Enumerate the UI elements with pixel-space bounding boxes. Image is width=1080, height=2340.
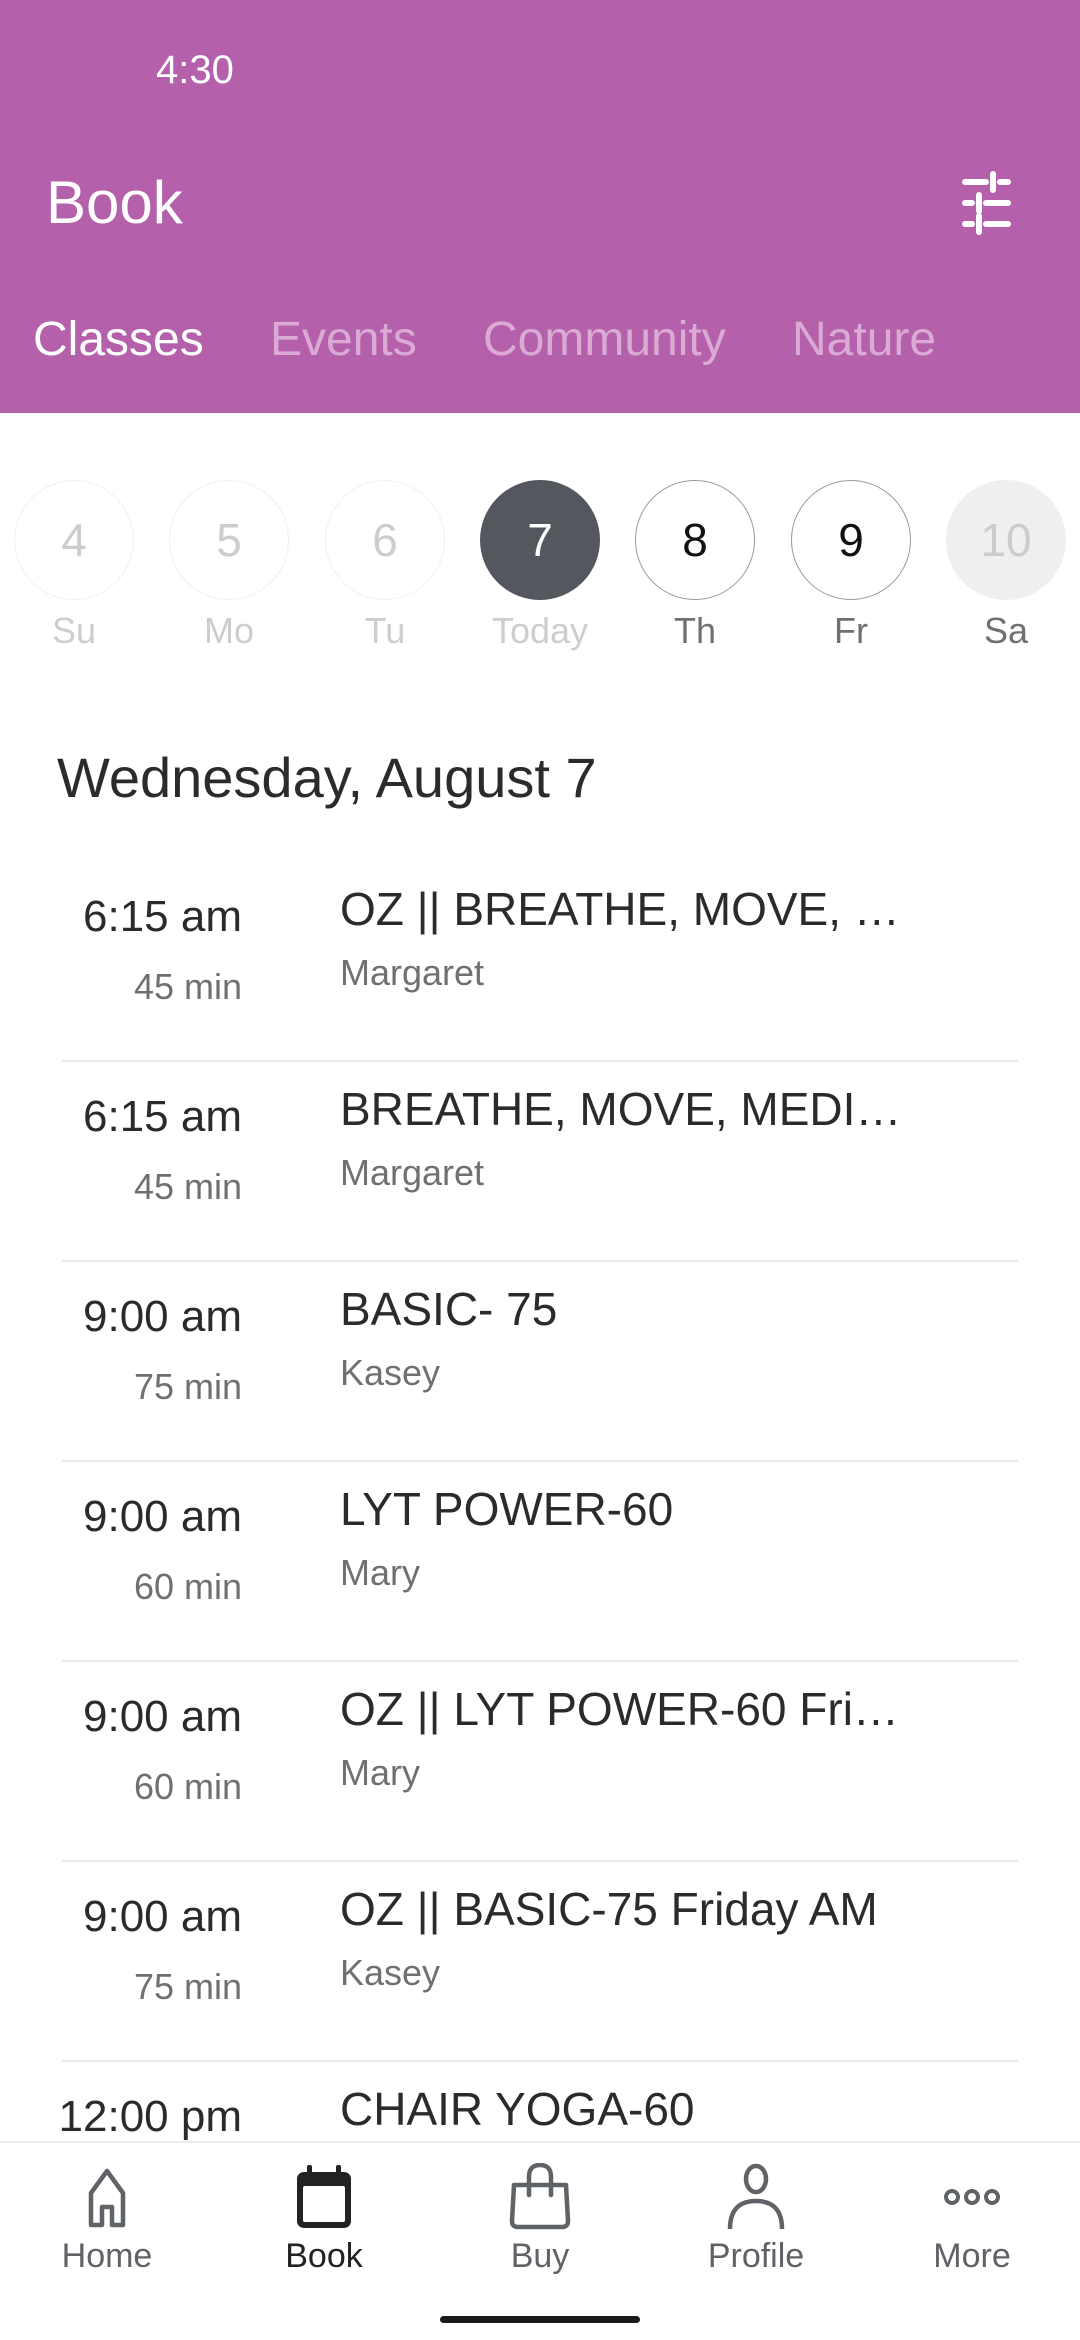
class-instructor: Kasey (340, 1352, 441, 1393)
class-name: BREATHE, MOVE, MEDI… (340, 1083, 902, 1135)
date-weekday-label: Fr (834, 610, 868, 651)
sliders-icon (962, 171, 1011, 235)
class-duration: 45 min (133, 966, 242, 1007)
home-icon (88, 2168, 126, 2228)
app-header: 4:30 Book Classes Events Community Natur… (0, 0, 1080, 413)
date-item-4[interactable]: 4 Su (14, 480, 134, 652)
nav-label: Book (285, 2237, 363, 2275)
shopping-bag-icon (509, 2163, 571, 2230)
date-item-8[interactable]: 8 Th (635, 480, 755, 652)
date-item-9[interactable]: 9 Fr (791, 480, 911, 652)
date-item-6[interactable]: 6 Tu (325, 480, 445, 652)
class-row[interactable]: 9:00 am 75 min OZ || BASIC-75 Friday AM … (0, 1862, 1080, 2062)
date-circle: 8 (635, 480, 755, 600)
date-circle: 6 (325, 480, 445, 600)
class-name: LYT POWER-60 (340, 1483, 674, 1535)
class-time: 6:15 am (83, 892, 242, 941)
nav-book[interactable]: Book (234, 2163, 414, 2276)
status-bar-time: 4:30 (156, 48, 234, 92)
class-list: 6:15 am 45 min OZ || BREATHE, MOVE, … Ma… (0, 862, 1080, 2262)
class-time: 6:15 am (83, 1092, 242, 1141)
date-weekday-label: Today (491, 610, 589, 651)
class-name: OZ || BREATHE, MOVE, … (340, 883, 900, 935)
class-instructor: Margaret (340, 1152, 485, 1193)
home-indicator[interactable] (440, 2316, 640, 2323)
class-duration: 45 min (133, 1166, 242, 1207)
date-weekday-label: Sa (983, 610, 1029, 651)
class-duration: 60 min (133, 1566, 242, 1607)
class-time: 9:00 am (83, 1892, 242, 1941)
class-time: 9:00 am (83, 1292, 242, 1341)
filter-button[interactable] (960, 170, 1032, 236)
date-weekday-label: Mo (203, 610, 254, 651)
class-instructor: Mary (340, 1752, 420, 1793)
tab-classes[interactable]: Classes (33, 312, 204, 367)
nav-label: More (933, 2237, 1011, 2275)
class-name: BASIC- 75 (340, 1283, 558, 1335)
nav-more[interactable]: More (882, 2163, 1062, 2276)
class-duration: 75 min (133, 1366, 242, 1407)
date-circle: 10 (946, 480, 1066, 600)
date-circle: 4 (14, 480, 134, 600)
nav-buy[interactable]: Buy (450, 2163, 630, 2276)
page-title: Book (46, 169, 183, 236)
class-instructor: Kasey (340, 1952, 441, 1993)
class-name: CHAIR YOGA-60 (340, 2083, 695, 2135)
class-row[interactable]: 6:15 am 45 min OZ || BREATHE, MOVE, … Ma… (0, 862, 1080, 1062)
class-instructor: Margaret (340, 952, 485, 993)
date-weekday-label: Su (51, 610, 97, 651)
date-circle: 5 (169, 480, 289, 600)
class-name: OZ || LYT POWER-60 Fri… (340, 1683, 899, 1735)
tab-events[interactable]: Events (270, 312, 417, 367)
class-time: 12:00 pm (58, 2092, 242, 2141)
nav-label: Buy (510, 2237, 570, 2275)
class-row[interactable]: 9:00 am 60 min LYT POWER-60 Mary (0, 1462, 1080, 1662)
date-weekday-label: Tu (364, 610, 406, 651)
date-strip: 4 Su 5 Mo 6 Tu 7 Today 8 Th 9 Fr 10 Sa (0, 480, 1080, 660)
date-item-7[interactable]: 7 Today (480, 480, 600, 652)
nav-profile[interactable]: Profile (666, 2163, 846, 2276)
class-time: 9:00 am (83, 1692, 242, 1741)
class-name: OZ || BASIC-75 Friday AM (340, 1883, 878, 1935)
tab-nature[interactable]: Nature (792, 312, 936, 367)
class-duration: 75 min (133, 1966, 242, 2007)
class-row[interactable]: 6:15 am 45 min BREATHE, MOVE, MEDI… Marg… (0, 1062, 1080, 1262)
class-row[interactable]: 9:00 am 60 min OZ || LYT POWER-60 Fri… M… (0, 1662, 1080, 1862)
date-circle: 7 (480, 480, 600, 600)
bottom-navigation: Home Book Buy Profile More (0, 2141, 1080, 2340)
date-item-5[interactable]: 5 Mo (169, 480, 289, 652)
class-duration: 60 min (133, 1766, 242, 1807)
selected-date-heading: Wednesday, August 7 (57, 746, 597, 809)
class-row[interactable]: 9:00 am 75 min BASIC- 75 Kasey (0, 1262, 1080, 1462)
class-time: 9:00 am (83, 1492, 242, 1541)
class-instructor: Mary (340, 1552, 420, 1593)
more-dots-icon (944, 2189, 1000, 2205)
date-weekday-label: Th (673, 610, 716, 651)
nav-home[interactable]: Home (17, 2163, 197, 2276)
nav-label: Profile (707, 2237, 805, 2275)
person-icon (727, 2163, 785, 2230)
tab-community[interactable]: Community (483, 312, 726, 367)
nav-label: Home (61, 2237, 153, 2275)
date-item-10[interactable]: 10 Sa (946, 480, 1066, 652)
calendar-icon (297, 2165, 351, 2228)
date-circle: 9 (791, 480, 911, 600)
